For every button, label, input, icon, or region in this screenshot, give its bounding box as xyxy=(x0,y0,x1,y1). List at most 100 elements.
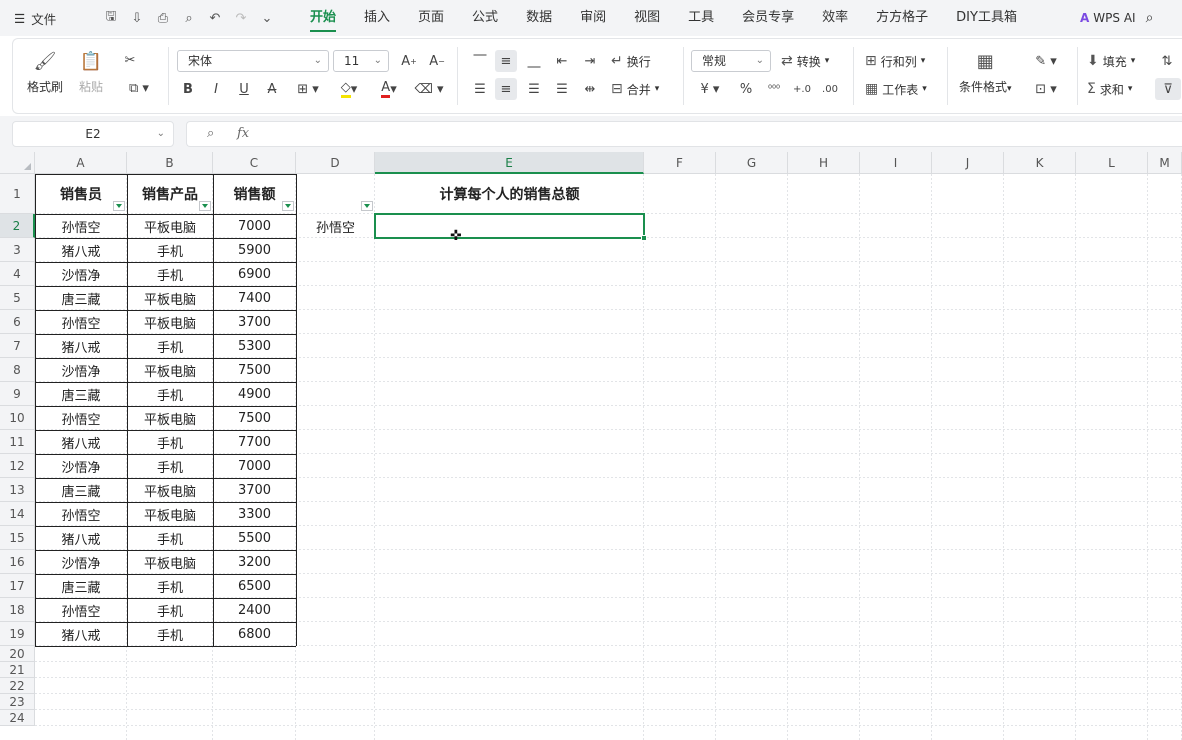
table-cell[interactable]: 沙悟净 xyxy=(35,454,127,478)
border-icon[interactable]: ⊞ ▾ xyxy=(291,78,325,100)
fill-button[interactable]: ⬇ 填充 ▾ xyxy=(1087,50,1135,72)
filter-dropdown-icon[interactable] xyxy=(199,201,211,211)
merge-button[interactable]: ⊟ 合并 ▾ xyxy=(611,78,659,100)
row-header-4[interactable]: 4 xyxy=(0,262,35,286)
filter-dropdown-icon[interactable] xyxy=(282,201,294,211)
underline-icon[interactable]: U xyxy=(233,78,255,100)
indent-increase-icon[interactable]: ⇥ xyxy=(579,50,601,72)
row-header-9[interactable]: 9 xyxy=(0,382,35,406)
table-cell[interactable]: 3700 xyxy=(213,310,296,334)
percent-icon[interactable]: % xyxy=(735,78,757,100)
paste-button[interactable]: 📋 粘贴 xyxy=(77,47,105,95)
table-cell[interactable]: 孙悟空 xyxy=(35,406,127,430)
row-header-1[interactable]: 1 xyxy=(0,174,35,214)
table-cell[interactable]: 猪八戒 xyxy=(35,526,127,550)
search-icon[interactable]: ⌕ xyxy=(1146,10,1154,26)
row-header-24[interactable]: 24 xyxy=(0,710,35,726)
column-header-e[interactable]: E xyxy=(375,152,644,174)
column-header-h[interactable]: H xyxy=(788,152,860,174)
table-cell[interactable]: 6800 xyxy=(213,622,296,646)
column-header-m[interactable]: M xyxy=(1148,152,1182,174)
justify-icon[interactable]: ☰ xyxy=(551,78,573,100)
table-cell[interactable]: 孙悟空 xyxy=(35,598,127,622)
font-size-select[interactable]: 11 ⌄ xyxy=(333,50,389,72)
table-cell[interactable]: 3200 xyxy=(213,550,296,574)
chevron-down-icon[interactable]: ⌄ xyxy=(256,8,278,28)
table-cell[interactable]: 手机 xyxy=(127,574,213,598)
column-header-c[interactable]: C xyxy=(213,152,296,174)
row-header-21[interactable]: 21 xyxy=(0,662,35,678)
tab-9[interactable]: 效率 xyxy=(808,0,862,36)
table-cell[interactable]: 手机 xyxy=(127,334,213,358)
align-top-icon[interactable]: ⎺ xyxy=(469,50,491,72)
table-cell[interactable]: 7500 xyxy=(213,406,296,430)
table-cell[interactable]: 平板电脑 xyxy=(127,550,213,574)
table-cell[interactable]: 猪八戒 xyxy=(35,334,127,358)
worksheet-button[interactable]: ▦ 工作表 ▾ xyxy=(865,78,927,100)
column-header-k[interactable]: K xyxy=(1004,152,1076,174)
formula-input[interactable]: ⌕ fx xyxy=(186,121,1182,147)
table-cell[interactable]: 7500 xyxy=(213,358,296,382)
row-header-12[interactable]: 12 xyxy=(0,454,35,478)
row-header-7[interactable]: 7 xyxy=(0,334,35,358)
indent-decrease-icon[interactable]: ⇤ xyxy=(551,50,573,72)
tab-2[interactable]: 页面 xyxy=(404,0,458,36)
tab-1[interactable]: 插入 xyxy=(350,0,404,36)
table-cell[interactable]: 2400 xyxy=(213,598,296,622)
row-header-10[interactable]: 10 xyxy=(0,406,35,430)
convert-button[interactable]: ⇄ 转换 ▾ xyxy=(781,50,829,72)
table-cell[interactable]: 平板电脑 xyxy=(127,406,213,430)
row-header-8[interactable]: 8 xyxy=(0,358,35,382)
table-cell[interactable]: 沙悟净 xyxy=(35,358,127,382)
table-cell[interactable]: 唐三藏 xyxy=(35,286,127,310)
cell-e1[interactable]: 计算每个人的销售总额 xyxy=(375,174,644,214)
column-header-a[interactable]: A xyxy=(35,152,127,174)
cut-icon[interactable]: ✂ xyxy=(119,49,141,71)
table-cell[interactable]: 猪八戒 xyxy=(35,430,127,454)
table-cell[interactable]: 孙悟空 xyxy=(35,310,127,334)
table-cell[interactable]: 唐三藏 xyxy=(35,382,127,406)
row-header-14[interactable]: 14 xyxy=(0,502,35,526)
clear-format-icon[interactable]: ⌫ ▾ xyxy=(411,78,447,100)
table-cell[interactable]: 手机 xyxy=(127,382,213,406)
fill-handle[interactable] xyxy=(641,235,647,241)
table-cell[interactable]: 7400 xyxy=(213,286,296,310)
name-box[interactable]: E2 ⌄ xyxy=(12,121,174,147)
tab-11[interactable]: DIY工具箱 xyxy=(942,0,1031,36)
row-header-17[interactable]: 17 xyxy=(0,574,35,598)
row-header-5[interactable]: 5 xyxy=(0,286,35,310)
decrease-decimal-icon[interactable]: .00 xyxy=(819,78,841,100)
align-bottom-icon[interactable]: ⎽ xyxy=(523,50,545,72)
column-header-d[interactable]: D xyxy=(296,152,375,174)
select-all-corner[interactable] xyxy=(0,152,35,174)
bold-icon[interactable]: B xyxy=(177,78,199,100)
undo-icon[interactable]: ↶ xyxy=(204,8,226,28)
table-cell[interactable]: 孙悟空 xyxy=(35,502,127,526)
row-header-18[interactable]: 18 xyxy=(0,598,35,622)
export-icon[interactable]: ⇩ xyxy=(126,8,148,28)
tab-7[interactable]: 工具 xyxy=(674,0,728,36)
thousands-icon[interactable]: ⁰⁰⁰ xyxy=(763,78,785,100)
table-style-icon[interactable]: ⊡ ▾ xyxy=(1029,78,1063,100)
table-cell[interactable]: 5500 xyxy=(213,526,296,550)
row-col-button[interactable]: ⊞ 行和列 ▾ xyxy=(865,50,925,72)
tab-10[interactable]: 方方格子 xyxy=(862,0,942,36)
table-cell[interactable]: 6500 xyxy=(213,574,296,598)
column-header-b[interactable]: B xyxy=(127,152,213,174)
increase-font-icon[interactable]: A + xyxy=(397,50,421,72)
print-icon[interactable]: ⎙ xyxy=(152,8,174,28)
italic-icon[interactable]: I xyxy=(205,78,227,100)
number-format-select[interactable]: 常规 ⌄ xyxy=(691,50,771,72)
table-cell[interactable]: 5300 xyxy=(213,334,296,358)
table-cell[interactable]: 4900 xyxy=(213,382,296,406)
cell-d2[interactable]: 孙悟空 xyxy=(296,214,375,238)
table-cell[interactable]: 手机 xyxy=(127,622,213,646)
wps-ai-button[interactable]: A WPS AI xyxy=(1080,11,1136,25)
table-cell[interactable]: 手机 xyxy=(127,238,213,262)
table-cell[interactable]: 平板电脑 xyxy=(127,286,213,310)
column-header-i[interactable]: I xyxy=(860,152,932,174)
tab-0[interactable]: 开始 xyxy=(296,0,350,36)
table-cell[interactable]: 手机 xyxy=(127,454,213,478)
column-header-l[interactable]: L xyxy=(1076,152,1148,174)
column-header-f[interactable]: F xyxy=(644,152,716,174)
